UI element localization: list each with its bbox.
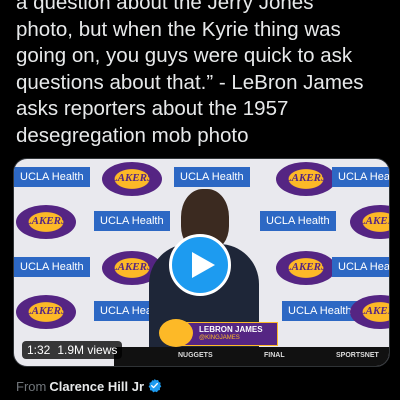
tweet-text: a question about the Jerry Jones photo, … bbox=[16, 0, 388, 149]
lakers-logo: LAKERS bbox=[16, 205, 76, 239]
score-bar-network: SPORTSNET bbox=[336, 352, 379, 359]
video-duration: 1:32 bbox=[27, 343, 51, 357]
tweet-text-line: questions about that.” - LeBron James bbox=[16, 70, 364, 94]
play-button[interactable] bbox=[169, 234, 231, 296]
ucla-health-logo: UCLA Health bbox=[260, 211, 336, 231]
ucla-health-logo: UCLA Health bbox=[332, 257, 389, 277]
lakers-logo: LAKERS bbox=[276, 162, 336, 196]
lakers-logo: LAKERS bbox=[350, 205, 389, 239]
tweet-text-line: asks reporters about the 1957 bbox=[16, 97, 289, 120]
ucla-health-logo: UCLA Health bbox=[14, 167, 90, 187]
attribution-prefix: From bbox=[16, 379, 47, 394]
lakers-badge-icon bbox=[159, 319, 193, 347]
tweet-text-line: a question about the Jerry Jones bbox=[16, 0, 314, 14]
lakers-logo: LAKERS bbox=[276, 251, 336, 285]
video-player[interactable]: UCLA Health LAKERS UCLA Health LAKERS UC… bbox=[13, 158, 390, 367]
video-stats-pill: 1:32 1.9M views bbox=[22, 341, 123, 359]
play-icon bbox=[192, 252, 215, 278]
lakers-logo: LAKERS bbox=[350, 295, 389, 329]
lakers-logo: LAKERS bbox=[16, 295, 76, 329]
score-bar-team: NUGGETS bbox=[178, 352, 213, 359]
tweet-text-line: photo, but when the Kyrie thing was bbox=[16, 17, 341, 41]
ucla-health-logo: UCLA Health bbox=[14, 257, 90, 277]
score-bar: NUGGETS FINAL SPORTSNET bbox=[114, 347, 389, 366]
score-bar-status: FINAL bbox=[264, 352, 285, 359]
ucla-health-logo: UCLA Health bbox=[282, 301, 358, 321]
tweet-text-line: going on, you guys were quick to ask bbox=[16, 44, 353, 67]
video-attribution: From Clarence Hill Jr bbox=[16, 378, 162, 394]
video-views: 1.9M views bbox=[57, 343, 118, 357]
lower-third-handle: @KINGJAMES bbox=[199, 335, 240, 341]
lower-third-name: LEBRON JAMES bbox=[199, 325, 263, 334]
name-lower-third: LEBRON JAMES @KINGJAMES bbox=[159, 319, 278, 347]
verified-badge-icon bbox=[148, 378, 162, 393]
ucla-health-logo: UCLA Health bbox=[332, 167, 389, 187]
attribution-author-link[interactable]: Clarence Hill Jr bbox=[49, 379, 144, 394]
ucla-health-logo: UCLA Health bbox=[174, 167, 250, 187]
tweet-text-line: desegregation mob photo bbox=[16, 123, 249, 147]
